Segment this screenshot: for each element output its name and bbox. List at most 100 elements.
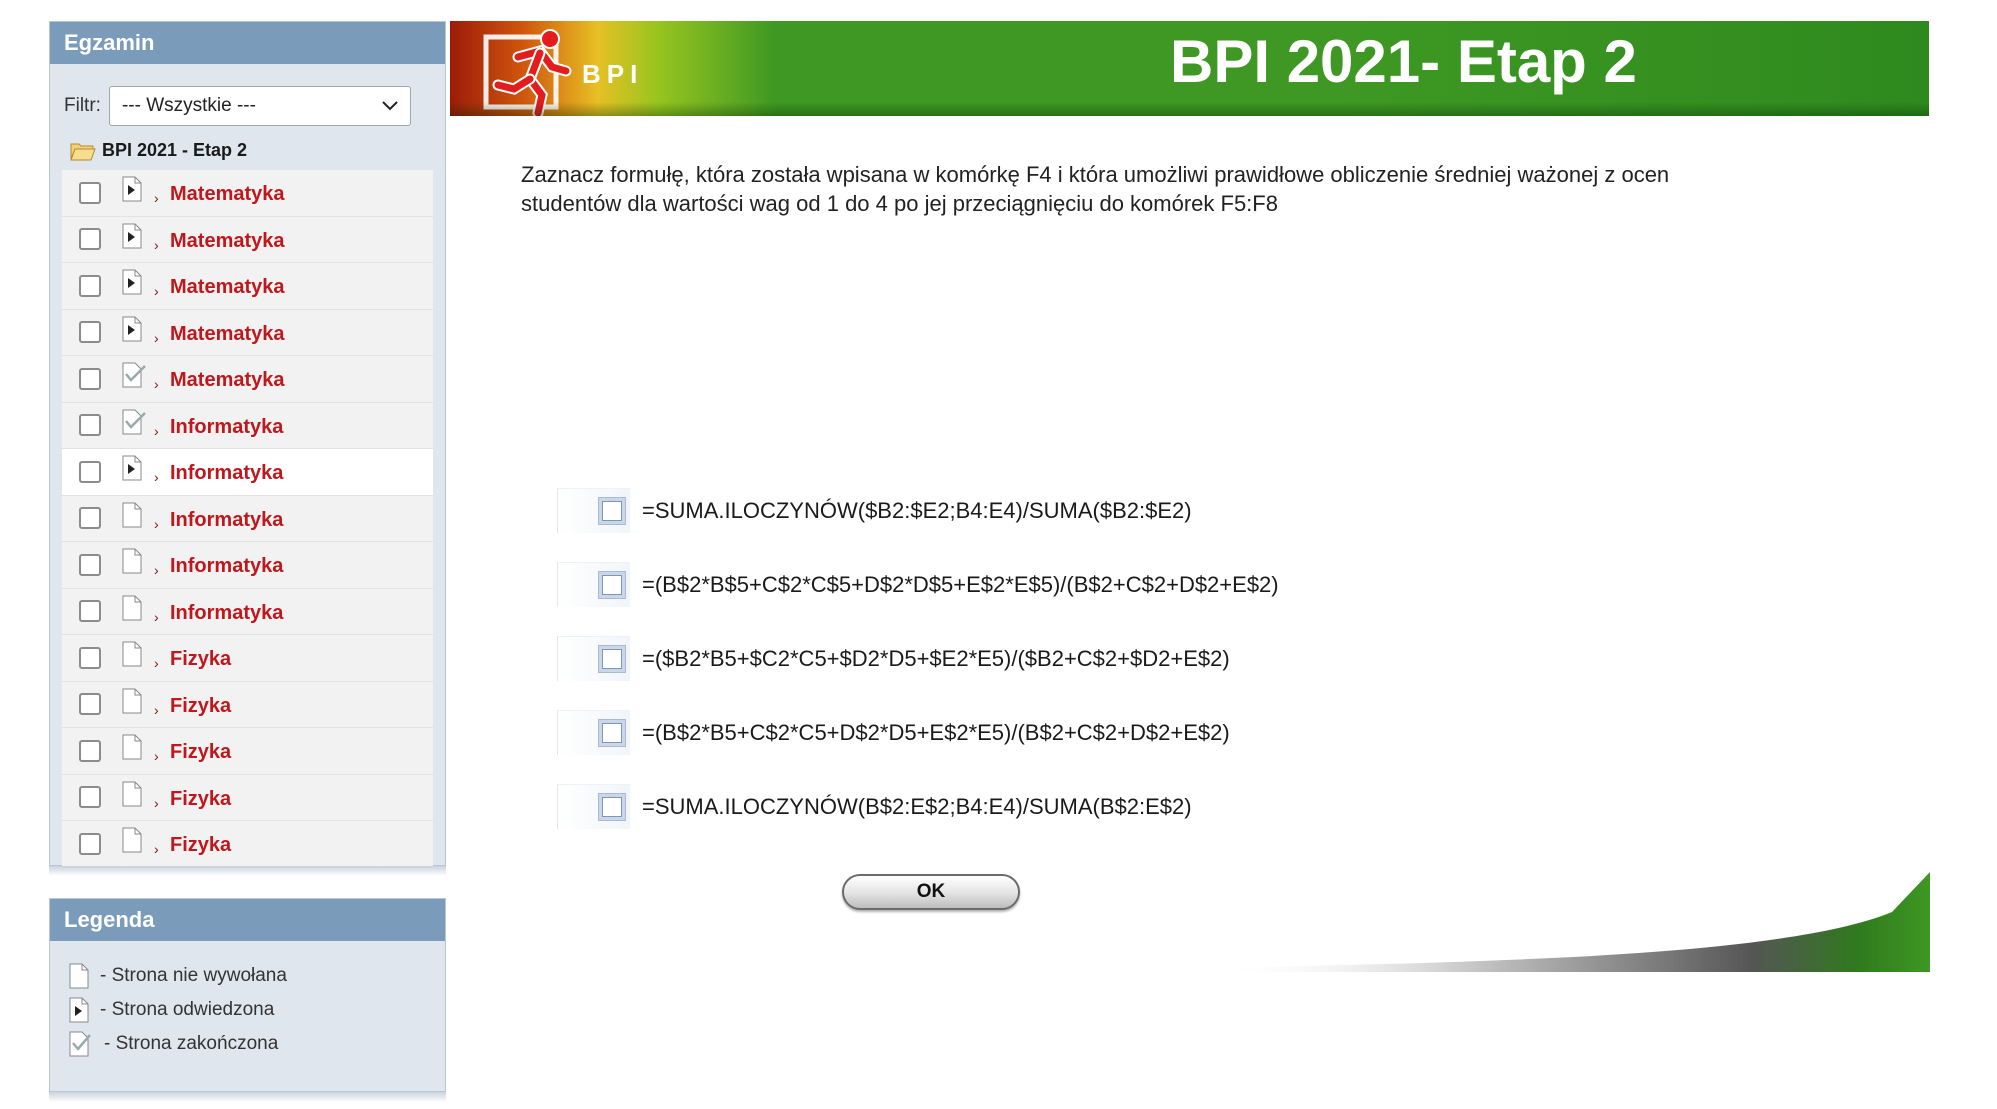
- page-not-called-icon: [69, 963, 89, 989]
- panel-shadow: [49, 866, 446, 876]
- legend-item: - Strona zakończona: [68, 1027, 287, 1061]
- page-list-item-label[interactable]: Fizyka: [170, 648, 231, 671]
- page-list-item[interactable]: › Fizyka: [62, 635, 433, 682]
- chevron-right-icon: ›: [154, 515, 159, 532]
- chevron-right-icon: ›: [154, 608, 159, 625]
- page-not-called-icon: [122, 502, 142, 527]
- page-list-item-label[interactable]: Fizyka: [170, 834, 231, 857]
- legend-list: - Strona nie wywołana - Strona odwiedzon…: [68, 959, 287, 1061]
- chevron-right-icon: ›: [154, 422, 159, 439]
- ok-button[interactable]: OK: [842, 874, 1020, 910]
- page-checkbox[interactable]: [79, 321, 101, 344]
- page-list-item[interactable]: › Informatyka: [62, 449, 433, 496]
- tree-root-label: BPI 2021 - Etap 2: [102, 140, 248, 160]
- page-list-item[interactable]: › Fizyka: [62, 728, 433, 775]
- question-line: studentów dla wartości wag od 1 do 4 po …: [521, 191, 1278, 216]
- page-list-item[interactable]: › Fizyka: [62, 821, 433, 868]
- folder-open-icon: [70, 143, 96, 160]
- answer-option[interactable]: =(B$2*B$5+C$2*C$5+D$2*D$5+E$2*E$5)/(B$2+…: [557, 562, 1279, 607]
- page-list-item-label[interactable]: Matematyka: [170, 369, 285, 392]
- answer-label: =SUMA.ILOCZYNÓW($B2:$E2;B4:E4)/SUMA($B2:…: [642, 497, 1192, 523]
- page-list-item[interactable]: › Informatyka: [62, 495, 433, 542]
- page-list-item-label[interactable]: Fizyka: [170, 695, 231, 718]
- page-checkbox[interactable]: [79, 460, 101, 483]
- page-list-item-label[interactable]: Informatyka: [170, 462, 283, 485]
- answer-checkbox[interactable]: [557, 636, 630, 681]
- page-list-item-label[interactable]: Fizyka: [170, 788, 231, 811]
- page-checkbox[interactable]: [79, 228, 101, 251]
- filter-row: Filtr: --- Wszystkie ---: [64, 86, 411, 126]
- page-list-item-label[interactable]: Fizyka: [170, 741, 231, 764]
- page-list-item-label[interactable]: Informatyka: [170, 416, 283, 439]
- page-completed-icon: [122, 409, 146, 434]
- page-visited-icon: [69, 997, 89, 1023]
- page-list-item-label[interactable]: Matematyka: [170, 230, 285, 253]
- chevron-right-icon: ›: [154, 794, 159, 811]
- page-checkbox[interactable]: [79, 693, 101, 716]
- page-list-item-label[interactable]: Matematyka: [170, 323, 285, 346]
- page-checkbox[interactable]: [79, 646, 101, 669]
- page-list-item[interactable]: › Matematyka: [62, 263, 433, 310]
- page-checkbox[interactable]: [79, 274, 101, 297]
- answer-checkbox[interactable]: [557, 488, 630, 533]
- legend-panel: Legenda - Strona nie wywołana - Strona o…: [49, 898, 446, 1092]
- answer-checkbox[interactable]: [557, 562, 630, 607]
- page-list-item[interactable]: › Informatyka: [62, 542, 433, 589]
- page-list-item-label[interactable]: Matematyka: [170, 276, 285, 299]
- page-list-item-label[interactable]: Matematyka: [170, 183, 285, 206]
- legend-title: Legenda: [50, 899, 445, 941]
- page-checkbox[interactable]: [79, 600, 101, 623]
- page-visited-icon: [122, 176, 142, 202]
- chevron-right-icon: ›: [154, 283, 159, 299]
- answer-label: =(B$2*B5+C$2*C5+D$2*D5+E$2*E5)/(B$2+C$2+…: [642, 719, 1230, 745]
- page-not-called-icon: [122, 548, 142, 574]
- page-completed-icon: [69, 1031, 91, 1057]
- page-checkbox[interactable]: [79, 786, 101, 809]
- chevron-right-icon: ›: [154, 748, 159, 764]
- page-list-item-label[interactable]: Informatyka: [170, 509, 283, 532]
- answer-option[interactable]: =(B$2*B5+C$2*C5+D$2*D5+E$2*E5)/(B$2+C$2+…: [557, 710, 1230, 755]
- page-list: › Matematyka › Matematyka › Matematyka › Matema…: [62, 170, 433, 868]
- page-list-item[interactable]: › Matematyka: [62, 356, 433, 403]
- filter-select-value: --- Wszystkie ---: [121, 95, 256, 116]
- answer-label: =SUMA.ILOCZYNÓW(B$2:E$2;B4:E4)/SUMA(B$2:…: [642, 793, 1192, 819]
- legend-item: - Strona odwiedzona: [68, 993, 287, 1027]
- page-not-called-icon: [122, 641, 142, 667]
- answer-option[interactable]: =SUMA.ILOCZYNÓW(B$2:E$2;B4:E4)/SUMA(B$2:…: [557, 784, 1192, 829]
- tree-root[interactable]: BPI 2021 - Etap 2: [70, 140, 247, 161]
- page-not-called-icon: [122, 827, 142, 853]
- page-checkbox[interactable]: [79, 739, 101, 762]
- page-list-item-label[interactable]: Informatyka: [170, 602, 283, 625]
- page-checkbox[interactable]: [79, 832, 101, 855]
- page-checkbox[interactable]: [79, 367, 101, 390]
- answer-option[interactable]: =SUMA.ILOCZYNÓW($B2:$E2;B4:E4)/SUMA($B2:…: [557, 488, 1192, 533]
- answer-option[interactable]: =($B2*B5+$C2*C5+$D2*D5+$E2*E5)/($B2+C$2+…: [557, 636, 1230, 681]
- page-not-called-icon: [122, 781, 142, 806]
- question-text: Zaznacz formułę, która została wpisana w…: [521, 160, 1851, 218]
- answer-checkbox[interactable]: [557, 710, 630, 755]
- page-list-item[interactable]: › Informatyka: [62, 588, 433, 635]
- decorative-swoosh: [1220, 872, 1930, 972]
- page-visited-icon: [122, 316, 142, 341]
- page-checkbox[interactable]: [79, 181, 101, 204]
- page-checkbox[interactable]: [79, 507, 101, 530]
- filter-select[interactable]: --- Wszystkie ---: [108, 86, 411, 126]
- panel-shadow: [49, 1092, 446, 1102]
- page-list-item-label[interactable]: Informatyka: [170, 555, 283, 578]
- chevron-right-icon: ›: [154, 655, 159, 671]
- page-not-called-icon: [122, 595, 142, 620]
- page-list-item[interactable]: › Fizyka: [62, 774, 433, 821]
- page-checkbox[interactable]: [79, 414, 101, 437]
- filter-label: Filtr:: [64, 95, 101, 116]
- page-list-item[interactable]: › Matematyka: [62, 309, 433, 356]
- page-list-item[interactable]: › Matematyka: [62, 216, 433, 263]
- page-list-item[interactable]: › Informatyka: [62, 402, 433, 449]
- legend-item-label: - Strona odwiedzona: [100, 999, 275, 1020]
- page-title: BPI 2021- Etap 2: [1170, 28, 1637, 95]
- answer-checkbox[interactable]: [557, 784, 630, 829]
- page-checkbox[interactable]: [79, 553, 101, 576]
- page-completed-icon: [122, 362, 146, 388]
- chevron-right-icon: ›: [154, 562, 159, 578]
- page-list-item[interactable]: › Fizyka: [62, 681, 433, 728]
- page-list-item[interactable]: › Matematyka: [62, 170, 433, 217]
